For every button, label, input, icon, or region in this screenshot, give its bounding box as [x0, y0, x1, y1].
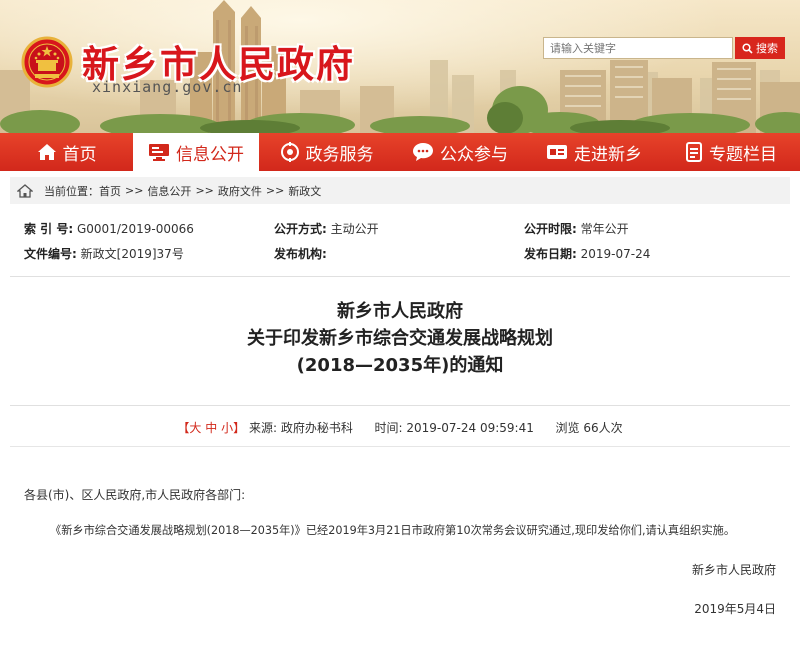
- meta-label: 公开方式:: [274, 222, 327, 236]
- meta-value: 主动公开: [330, 222, 379, 236]
- nav-item-special-topics[interactable]: 专题栏目: [662, 133, 800, 171]
- meta-label: 文件编号:: [24, 247, 77, 261]
- breadcrumb-separator: >>: [125, 184, 144, 197]
- search-button[interactable]: 搜索: [735, 37, 785, 59]
- meta-index-no: 索 引 号: G0001/2019-00066: [24, 220, 194, 237]
- site-domain: xinxiang.gov.cn: [92, 78, 243, 96]
- meta-row: 索 引 号: G0001/2019-00066 公开方式: 主动公开 公开时限:…: [24, 220, 784, 245]
- font-size-medium-link[interactable]: 中: [205, 421, 217, 435]
- home-icon: [37, 144, 56, 160]
- nav-item-label: 公众参与: [440, 144, 508, 165]
- document-icon: [686, 142, 702, 162]
- meta-value: 新政文[2019]37号: [80, 247, 184, 261]
- time-label: 时间:: [374, 421, 403, 435]
- search-button-label: 搜索: [756, 43, 778, 55]
- nav-item-about-xinxiang[interactable]: 走进新乡: [526, 133, 662, 171]
- meta-open-method: 公开方式: 主动公开: [274, 220, 379, 237]
- meta-value: 常年公开: [580, 222, 629, 236]
- salutation: 各县(市)、区人民政府,市人民政府各部门:: [24, 488, 246, 502]
- divider: [10, 446, 790, 447]
- font-size-bracket: 【: [177, 421, 190, 435]
- breadcrumb-prefix: 当前位置：: [44, 184, 99, 198]
- font-size-bracket: 】: [233, 421, 246, 435]
- meta-label: 索 引 号:: [24, 222, 74, 236]
- search-input[interactable]: [543, 37, 733, 59]
- breadcrumb-link-xinzhengwen[interactable]: 新政文: [288, 183, 321, 199]
- document-title: 新乡市人民政府 关于印发新乡市综合交通发展战略规划 (2018—2035年)的通…: [0, 298, 800, 379]
- divider: [10, 276, 790, 277]
- monitor-icon: [149, 144, 169, 161]
- chat-icon: [413, 143, 433, 161]
- view-count: 浏览 66人次: [555, 421, 623, 435]
- meta-row: 文件编号: 新政文[2019]37号 发布机构: 发布日期: 2019-07-2…: [24, 245, 784, 270]
- breadcrumb-link-info-public[interactable]: 信息公开: [147, 183, 191, 199]
- nav-item-label: 走进新乡: [574, 144, 642, 165]
- meta-value: G0001/2019-00066: [76, 222, 194, 236]
- signer: 新乡市人民政府: [691, 563, 776, 577]
- meta-label: 发布日期:: [524, 247, 577, 261]
- nav-item-label: 信息公开: [176, 144, 244, 165]
- nav-item-home[interactable]: 首页: [0, 133, 133, 171]
- nav-item-label: 首页: [62, 144, 97, 165]
- nav-item-info-public[interactable]: 信息公开: [133, 133, 259, 171]
- document-meta-table: 索 引 号: G0001/2019-00066 公开方式: 主动公开 公开时限:…: [24, 220, 784, 270]
- font-size-switcher: 【大 中 小】: [177, 421, 245, 435]
- card-icon: [547, 145, 567, 159]
- breadcrumb-separator: >>: [195, 184, 214, 197]
- source-value: 政府办秘书科: [280, 421, 353, 435]
- title-line: 关于印发新乡市综合交通发展战略规划: [247, 328, 553, 349]
- meta-label: 发布机构:: [274, 247, 327, 261]
- source-label: 来源:: [248, 421, 278, 435]
- article-info-row: 【大 中 小】 来源: 政府办秘书科 时间: 2019-07-24 09:59:…: [0, 419, 800, 436]
- site-header: 新乡市人民政府 xinxiang.gov.cn 搜索: [0, 0, 800, 133]
- national-emblem-icon: [21, 36, 73, 88]
- nav-item-label: 专题栏目: [709, 144, 777, 165]
- search-icon: [742, 42, 753, 54]
- meta-open-period: 公开时限: 常年公开: [524, 220, 629, 237]
- title-line: (2018—2035年)的通知: [296, 355, 504, 376]
- time-value: 2019-07-24 09:59:41: [406, 421, 534, 435]
- breadcrumb-home-icon[interactable]: [10, 183, 40, 198]
- meta-doc-no: 文件编号: 新政文[2019]37号: [24, 245, 184, 262]
- service-icon: [280, 142, 299, 162]
- divider: [10, 405, 790, 406]
- meta-issuer: 发布机构:: [274, 245, 327, 262]
- font-size-small-link[interactable]: 小: [221, 421, 233, 435]
- breadcrumb-separator: >>: [265, 184, 285, 197]
- title-line: 新乡市人民政府: [337, 301, 463, 322]
- font-size-large-link[interactable]: 大: [189, 421, 201, 435]
- body-paragraph: 《新乡市综合交通发展战略规划(2018—2035年)》已经2019年3月21日市…: [50, 524, 736, 537]
- breadcrumb-link-home[interactable]: 首页: [99, 183, 121, 199]
- sign-date: 2019年5月4日: [694, 602, 776, 616]
- meta-label: 公开时限:: [524, 222, 577, 236]
- nav-item-public-participation[interactable]: 公众参与: [394, 133, 526, 171]
- breadcrumb: 当前位置： 首页 >> 信息公开 >> 政府文件 >> 新政文: [10, 177, 790, 204]
- meta-value: 2019-07-24: [580, 247, 651, 261]
- meta-publish-date: 发布日期: 2019-07-24: [524, 245, 650, 262]
- nav-item-label: 政务服务: [305, 144, 374, 165]
- nav-item-gov-service[interactable]: 政务服务: [259, 133, 394, 171]
- breadcrumb-link-gov-files[interactable]: 政府文件: [218, 183, 262, 199]
- home-outline-icon: [17, 183, 33, 198]
- main-nav: 首页 信息公开 政务服务 公众参与 走进新乡 专题栏目: [0, 133, 800, 171]
